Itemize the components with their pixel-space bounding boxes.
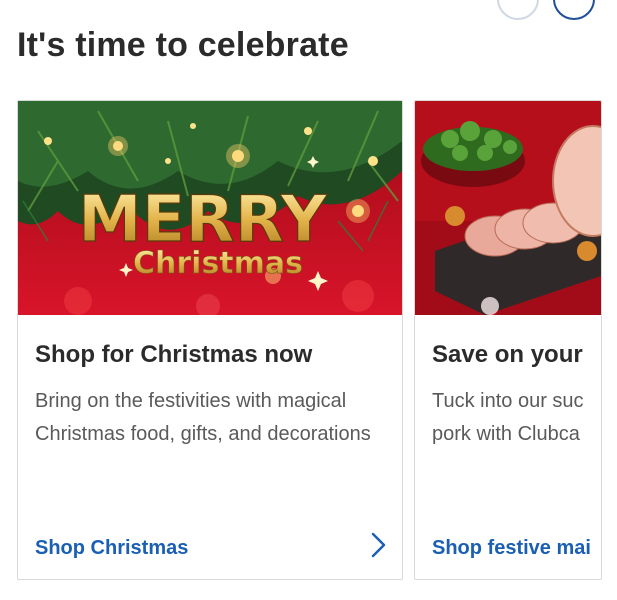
carousel-controls	[497, 0, 595, 20]
christmas-banner-text: Christmas	[133, 246, 303, 281]
chevron-right-icon[interactable]	[368, 531, 388, 559]
card-description: Tuck into our suc pork with Clubca	[432, 385, 601, 451]
promo-card-festive-mains[interactable]: Save on your Tuck into our suc pork with…	[414, 100, 602, 580]
section-title: It's time to celebrate	[17, 26, 349, 64]
festive-ham-image	[415, 101, 601, 315]
card-description: Bring on the festivities with magical Ch…	[35, 390, 371, 445]
promo-carousel: MERRY Christmas Shop for Christmas now B…	[0, 100, 617, 580]
christmas-banner-image: MERRY Christmas	[18, 101, 402, 315]
card-title: Shop for Christmas now	[35, 341, 313, 368]
promo-card-christmas[interactable]: MERRY Christmas Shop for Christmas now B…	[17, 100, 403, 580]
card-title: Save on your	[432, 341, 583, 368]
card-description-line-2: pork with Clubca	[432, 423, 580, 445]
carousel-prev-button[interactable]	[497, 0, 539, 20]
shop-festive-mains-link[interactable]: Shop festive mai	[432, 537, 591, 560]
shop-christmas-link[interactable]: Shop Christmas	[35, 537, 188, 560]
card-description-line-1: Tuck into our suc	[432, 390, 584, 412]
carousel-next-button[interactable]	[553, 0, 595, 20]
